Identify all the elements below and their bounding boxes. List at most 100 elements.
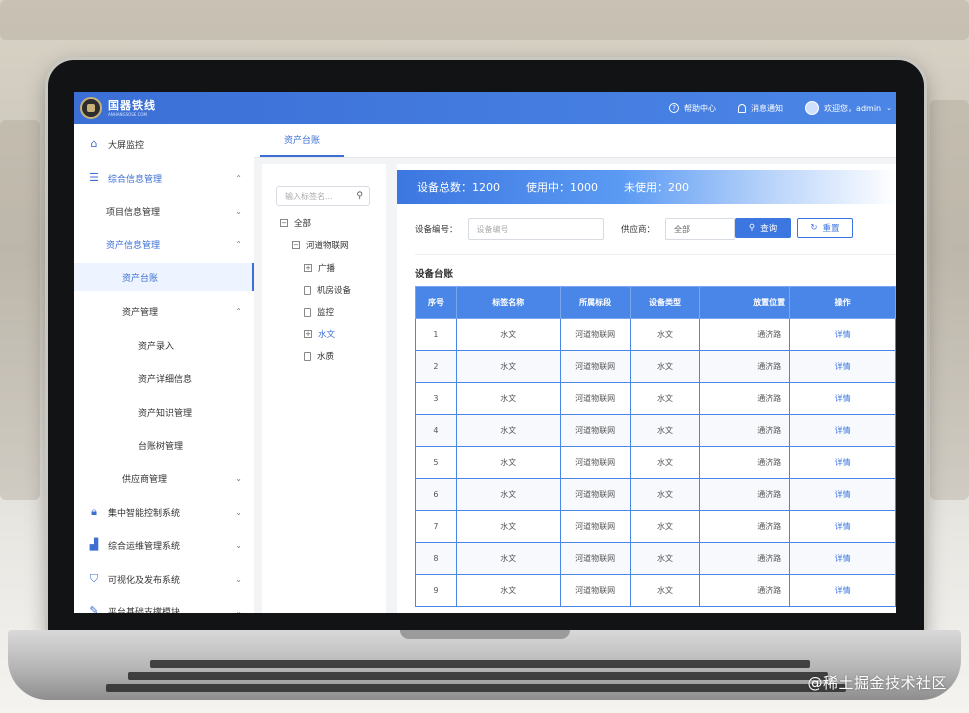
reset-button[interactable]: ↻ 重置 xyxy=(797,218,853,238)
chevron-up-icon: ⌃ xyxy=(235,306,242,316)
tree-search-input[interactable]: 输入标签名... ⚲ xyxy=(276,186,370,206)
sidebar-item-label: 资产台账 xyxy=(122,273,159,284)
avatar xyxy=(805,101,820,115)
tree-node-river-iot[interactable]: − 河道物联网 xyxy=(292,238,349,252)
table-cell: 通济路 xyxy=(699,382,791,415)
notifications-link[interactable]: 消息通知 xyxy=(738,103,783,114)
table-cell: 河道物联网 xyxy=(559,382,631,415)
detail-link[interactable]: 详情 xyxy=(789,350,896,383)
column-header: 放置位置 xyxy=(699,286,791,319)
background-shelf xyxy=(0,0,969,40)
sidebar-item-asset-info[interactable]: 资产信息管理 ⌃ xyxy=(74,233,254,255)
table-cell: 通济路 xyxy=(699,414,791,447)
table-row: 5 水文 河道物联网 水文 通济路 详情 xyxy=(415,446,896,479)
detail-link[interactable]: 详情 xyxy=(789,446,896,479)
detail-link[interactable]: 详情 xyxy=(789,510,896,543)
help-center-link[interactable]: ? 帮助中心 xyxy=(669,103,716,114)
sidebar-item-ledger-tree[interactable]: 台账树管理 xyxy=(74,434,254,456)
device-code-placeholder: 设备编号 xyxy=(476,224,509,234)
chevron-down-icon: ⌄ xyxy=(235,540,242,550)
table-cell: 河道物联网 xyxy=(559,350,631,383)
tree-node-label: 河道物联网 xyxy=(306,241,349,251)
table-cell: 水文 xyxy=(629,382,701,415)
home-icon: ⌂ xyxy=(90,137,98,150)
table-cell: 通济路 xyxy=(699,446,791,479)
detail-link[interactable]: 详情 xyxy=(789,382,896,415)
table-cell: 水文 xyxy=(629,318,701,351)
table-cell: 7 xyxy=(415,510,457,543)
file-icon xyxy=(304,285,311,295)
table-row: 9 水文 河道物联网 水文 通济路 详情 xyxy=(415,574,896,607)
sidebar-item-project-info[interactable]: 项目信息管理 ⌄ xyxy=(74,200,254,222)
sidebar-item-asset-ledger[interactable]: 资产台账 xyxy=(74,263,254,291)
chevron-down-icon: ⌄ xyxy=(235,206,242,216)
table-cell: 5 xyxy=(415,446,457,479)
tree-node-monitoring[interactable]: 监控 xyxy=(304,305,334,319)
table-cell: 3 xyxy=(415,382,457,415)
query-button[interactable]: ⚲ 查询 xyxy=(735,218,791,238)
logo[interactable]: 国器铁线 ANHANGSOSE.COM xyxy=(108,100,156,117)
tree-node-broadcast[interactable]: + 广播 xyxy=(304,261,335,275)
sidebar-item-label: 资产管理 xyxy=(122,307,159,318)
column-header: 序号 xyxy=(415,286,457,319)
sidebar-item-asset-knowledge[interactable]: 资产知识管理 xyxy=(74,401,254,423)
table-cell: 河道物联网 xyxy=(559,478,631,511)
sidebar-item-asset-management[interactable]: 资产管理 ⌃ xyxy=(74,300,254,322)
sidebar-item-label: 可视化及发布系统 xyxy=(108,575,181,586)
refresh-icon: ↻ xyxy=(810,223,818,233)
tab-asset-ledger[interactable]: 资产台账 xyxy=(260,124,344,157)
divider xyxy=(415,254,896,255)
list-icon: ☰ xyxy=(89,171,99,184)
sidebar-item-asset-detail[interactable]: 资产详细信息 xyxy=(74,367,254,389)
tree-node-server-room[interactable]: 机房设备 xyxy=(304,283,351,297)
filter-code: 设备编号： 设备编号 xyxy=(415,218,604,240)
stats-banner: 设备总数：1200 使用中：1000 未使用：200 xyxy=(397,170,896,204)
sidebar-item-visualization[interactable]: ⛉ 可视化及发布系统 ⌄ xyxy=(74,568,254,590)
detail-link[interactable]: 详情 xyxy=(789,318,896,351)
table-cell: 通济路 xyxy=(699,318,791,351)
table-cell: 通济路 xyxy=(699,350,791,383)
tree-node-hydrology[interactable]: + 水文 xyxy=(304,327,335,341)
tree-node-all[interactable]: − 全部 xyxy=(280,216,311,230)
expand-icon[interactable]: + xyxy=(304,330,312,338)
device-code-input[interactable]: 设备编号 xyxy=(467,218,604,240)
column-header: 所属标段 xyxy=(559,286,631,319)
tree-node-label: 水文 xyxy=(318,330,336,340)
sidebar-item-platform[interactable]: ✎ 平台基础支撑模块 ⌄ xyxy=(74,600,254,614)
expand-icon[interactable]: + xyxy=(304,264,312,272)
table-cell: 通济路 xyxy=(699,510,791,543)
expand-icon[interactable]: − xyxy=(280,219,288,227)
sidebar-item-operations[interactable]: ▟ 综合运维管理系统 ⌄ xyxy=(74,534,254,556)
table-cell: 水文 xyxy=(629,542,701,575)
chevron-down-icon: ⌄ xyxy=(886,104,892,112)
main-content: 设备总数：1200 使用中：1000 未使用：200 设备编号： 设备编号 供应… xyxy=(397,164,896,613)
column-header: 操作 xyxy=(789,286,896,319)
tree-node-label: 全部 xyxy=(294,219,312,229)
supplier-select[interactable]: 全部 xyxy=(665,218,736,240)
background-shelf xyxy=(0,120,40,500)
sidebar-item-label: 集中智能控制系统 xyxy=(108,508,181,519)
sidebar-item-info-management[interactable]: ☰ 综合信息管理 ⌃ xyxy=(74,167,254,189)
detail-link[interactable]: 详情 xyxy=(789,574,896,607)
search-icon[interactable]: ⚲ xyxy=(356,191,363,201)
sidebar-item-supplier[interactable]: 供应商管理 ⌄ xyxy=(74,467,254,489)
user-menu[interactable]: 欢迎您，admin ⌄ xyxy=(805,101,892,115)
table-cell: 水文 xyxy=(629,478,701,511)
section-title: 设备台账 xyxy=(415,269,454,280)
expand-icon[interactable]: − xyxy=(292,241,300,249)
table-cell: 4 xyxy=(415,414,457,447)
logo-title: 国器铁线 xyxy=(108,98,156,112)
tree-node-label: 水质 xyxy=(317,352,335,362)
notifications-label: 消息通知 xyxy=(751,103,784,113)
table-cell: 河道物联网 xyxy=(559,446,631,479)
table-cell: 水文 xyxy=(455,574,561,607)
sidebar-item-dashboard[interactable]: ⌂ 大屏监控 xyxy=(74,133,254,155)
table-row: 2 水文 河道物联网 水文 通济路 详情 xyxy=(415,350,896,383)
table-row: 7 水文 河道物联网 水文 通济路 详情 xyxy=(415,510,896,543)
sidebar-item-smart-control[interactable]: 🔒︎ 集中智能控制系统 ⌄ xyxy=(74,501,254,523)
detail-link[interactable]: 详情 xyxy=(789,542,896,575)
tree-node-water-quality[interactable]: 水质 xyxy=(304,349,334,363)
detail-link[interactable]: 详情 xyxy=(789,478,896,511)
detail-link[interactable]: 详情 xyxy=(789,414,896,447)
sidebar-item-asset-entry[interactable]: 资产录入 xyxy=(74,334,254,356)
